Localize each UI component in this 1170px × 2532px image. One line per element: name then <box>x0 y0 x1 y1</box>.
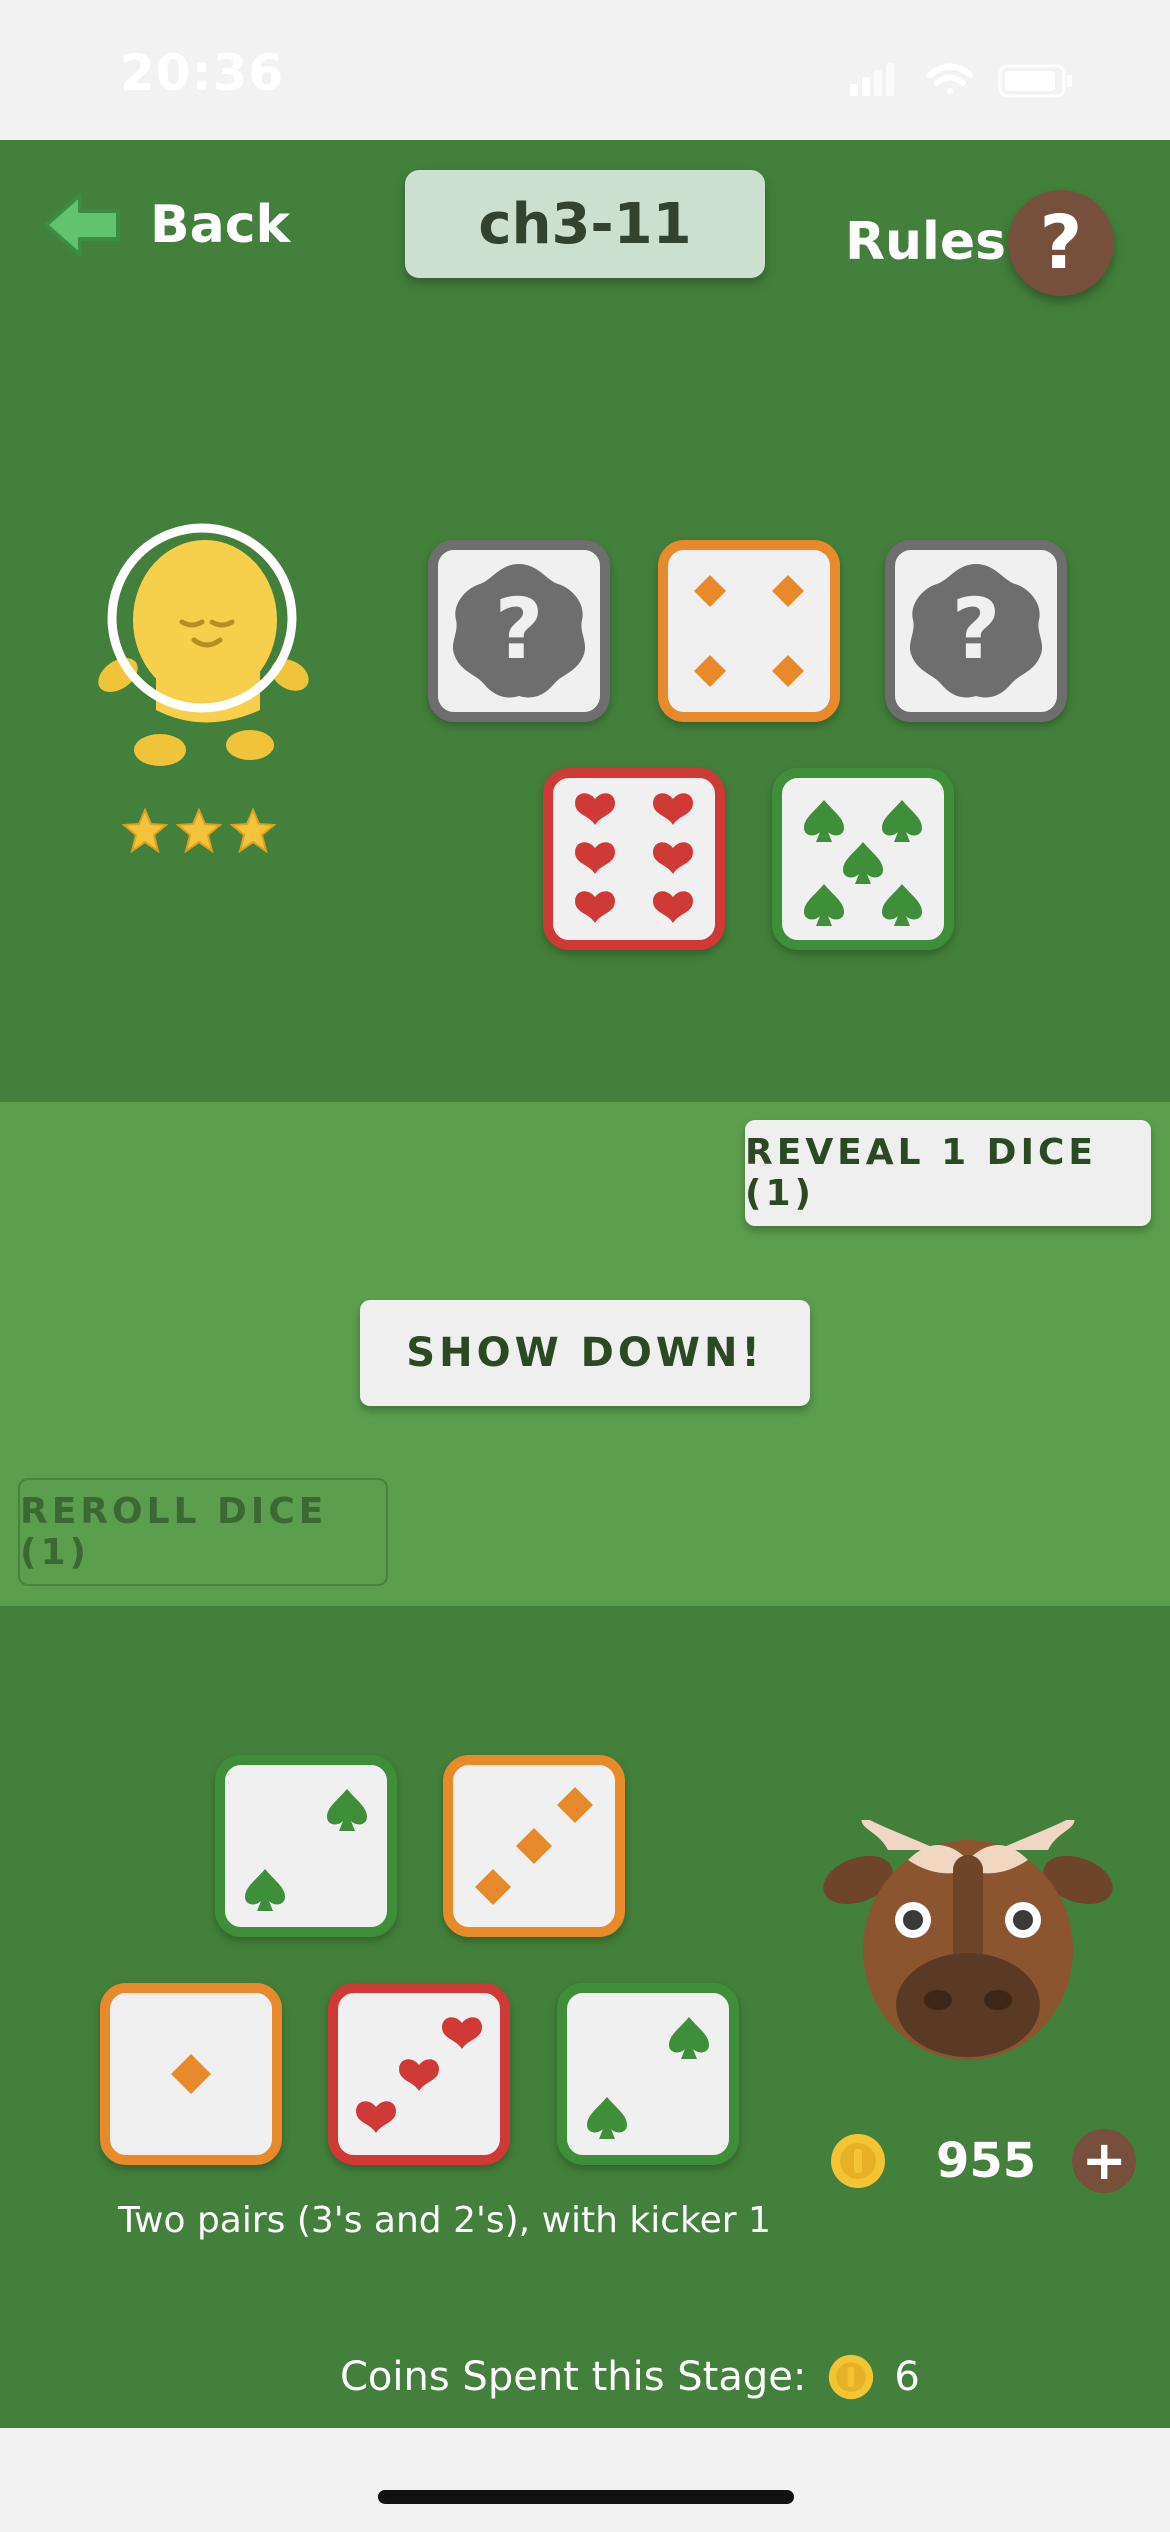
battery-icon <box>998 64 1072 98</box>
svg-text:?: ? <box>495 580 544 678</box>
rules-help-button[interactable]: ? <box>1008 190 1114 296</box>
coin-icon <box>829 2354 874 2400</box>
star-icon <box>122 808 168 854</box>
back-button[interactable]: Back <box>40 180 290 270</box>
coin-icon <box>831 2134 885 2188</box>
opponent-avatar <box>98 523 309 766</box>
opponent-die-diamond-4 <box>658 540 840 722</box>
reveal-dice-button[interactable]: REVEAL 1 DICE (1) <box>745 1120 1151 1226</box>
player-die-spade-2[interactable] <box>215 1755 397 1937</box>
coins-spent-value: 6 <box>894 2354 920 2400</box>
back-arrow-icon <box>44 193 120 257</box>
status-bar: 20:36 <box>0 0 1170 140</box>
wifi-icon <box>927 63 973 94</box>
level-badge: ch3-11 <box>405 170 765 278</box>
opponent-rating <box>122 808 276 854</box>
opponent-die-spade-5 <box>772 768 954 950</box>
player-die-diamond-3[interactable] <box>443 1755 625 1937</box>
back-label: Back <box>150 195 291 255</box>
player-coins: 955 + <box>830 2128 1137 2194</box>
home-indicator-area <box>0 2428 1170 2532</box>
hand-description: Two pairs (3's and 2's), with kicker 1 <box>118 2200 771 2241</box>
status-icons <box>850 60 1080 104</box>
star-icon <box>176 808 222 854</box>
rules-label[interactable]: Rules <box>845 212 1006 272</box>
player-die-diamond-1[interactable] <box>100 1983 282 2165</box>
player-die-spade-2[interactable] <box>557 1983 739 2165</box>
add-coins-button[interactable]: + <box>1072 2129 1137 2193</box>
coins-spent: Coins Spent this Stage: 6 <box>340 2354 920 2400</box>
opponent-die-hidden: ? <box>428 540 610 722</box>
player-die-heart-3[interactable] <box>328 1983 510 2165</box>
opponent-die-hidden: ? <box>885 540 1067 722</box>
star-icon <box>230 808 276 854</box>
reroll-dice-button[interactable]: REROLL DICE (1) <box>18 1478 388 1586</box>
show-down-button[interactable]: SHOW DOWN! <box>360 1300 810 1406</box>
signal-icon <box>850 63 894 96</box>
question-mark-icon: ? <box>1039 200 1083 286</box>
svg-text:?: ? <box>952 580 1001 678</box>
opponent-die-heart-6 <box>543 768 725 950</box>
coins-value: 955 <box>936 2133 1037 2189</box>
plus-icon: + <box>1081 2129 1127 2192</box>
coins-spent-label: Coins Spent this Stage: <box>340 2354 807 2400</box>
status-time: 20:36 <box>120 44 285 102</box>
player-avatar <box>823 1820 1113 2060</box>
home-indicator <box>378 2490 794 2504</box>
